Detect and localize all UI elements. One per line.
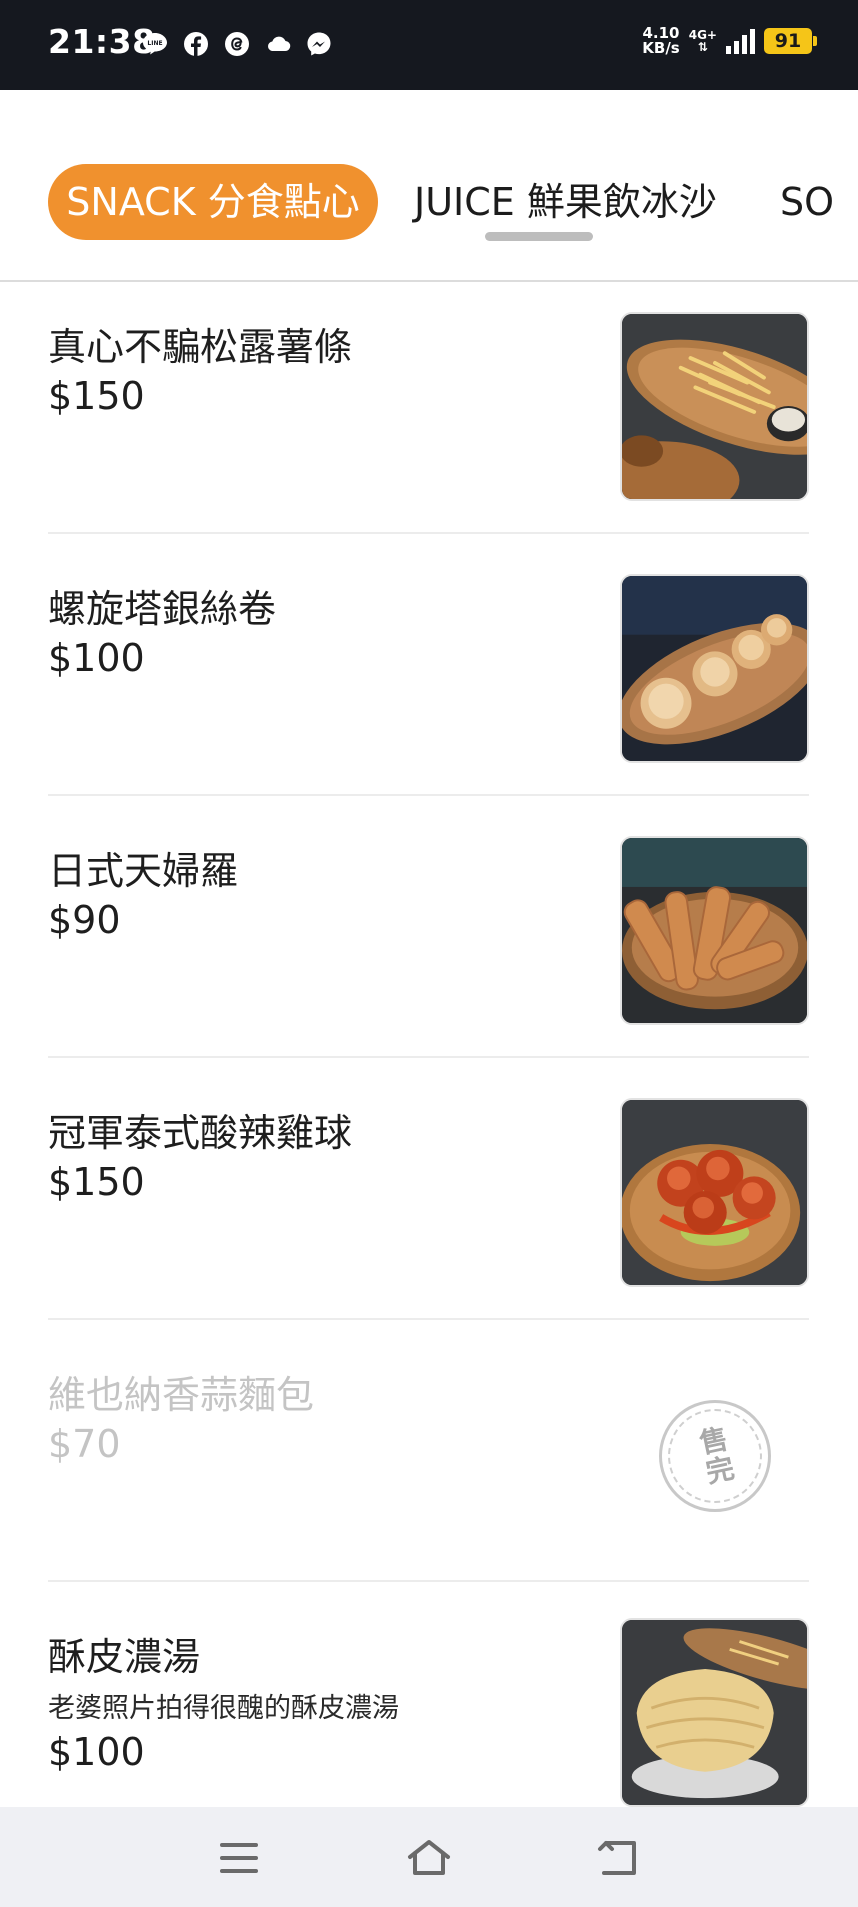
menu-item[interactable]: 酥皮濃湯 老婆照片拍得很醜的酥皮濃湯 $100 [48, 1592, 809, 1807]
navigation-bar [0, 1807, 858, 1907]
divider [48, 1056, 809, 1058]
menu-item[interactable]: 日式天婦羅 $90 [48, 806, 809, 1068]
thai-chicken-balls-photo [620, 1098, 809, 1287]
item-price: $70 [48, 1422, 121, 1466]
messenger-icon [305, 30, 333, 58]
recents-menu-icon[interactable] [216, 1835, 262, 1881]
menu-item[interactable]: 螺旋塔銀絲卷 $100 [48, 544, 809, 806]
home-icon[interactable] [406, 1835, 452, 1881]
item-name: 冠軍泰式酸辣雞球 [48, 1111, 353, 1155]
menu-item[interactable]: 真心不騙松露薯條 $150 [48, 282, 809, 544]
category-tabs: SNACK 分食點心 JUICE 鮮果飲冰沙 SO [0, 90, 858, 282]
sold-out-stamp: 售完 [659, 1400, 771, 1512]
divider [48, 1318, 809, 1320]
item-price: $150 [48, 1160, 145, 1204]
battery-icon: 91 [764, 28, 817, 54]
cloud-icon [264, 30, 292, 58]
item-name: 酥皮濃湯 [48, 1635, 201, 1679]
item-price: $90 [48, 898, 121, 942]
network-speed: 4.10 KB/s [642, 24, 680, 57]
threads-icon [223, 30, 251, 58]
item-name: 日式天婦羅 [48, 849, 239, 893]
tempura-photo [620, 836, 809, 1025]
menu-item-sold-out[interactable]: 維也納香蒜麵包 $70 售完 [48, 1330, 809, 1592]
status-indicators: 4.10 KB/s 4G+ ⇅ 91 [642, 24, 817, 57]
divider [48, 794, 809, 796]
data-arrows-icon: ⇅ [697, 40, 708, 54]
line-icon: LINE [141, 30, 169, 58]
notification-icons: LINE [141, 30, 333, 58]
tab-juice[interactable]: JUICE 鮮果飲冰沙 [414, 164, 717, 240]
menu-list: 真心不騙松露薯條 $150 螺旋塔銀絲卷 $100 日式天婦羅 $90 冠軍泰式… [0, 282, 858, 1807]
item-name: 螺旋塔銀絲卷 [48, 587, 277, 631]
tab-so[interactable]: SO [780, 164, 834, 240]
item-name: 真心不騙松露薯條 [48, 325, 353, 369]
menu-item[interactable]: 冠軍泰式酸辣雞球 $150 [48, 1068, 809, 1330]
status-bar: 21:38 LINE 4.10 KB/s 4G+ ⇅ 91 [0, 0, 858, 90]
item-price: $150 [48, 374, 145, 418]
svg-text:LINE: LINE [147, 40, 162, 47]
item-name: 維也納香蒜麵包 [48, 1373, 315, 1417]
truffle-fries-photo [620, 312, 809, 501]
puff-pastry-soup-photo [620, 1618, 809, 1807]
item-price: $100 [48, 1730, 145, 1774]
status-time: 21:38 [48, 22, 156, 61]
spiral-buns-photo [620, 574, 809, 763]
tab-scroll-indicator [485, 232, 593, 241]
network-type: 4G+ ⇅ [688, 28, 717, 54]
tab-snack[interactable]: SNACK 分食點心 [48, 164, 378, 240]
divider [48, 1580, 809, 1582]
item-price: $100 [48, 636, 145, 680]
facebook-icon [182, 30, 210, 58]
signal-strength-icon [726, 28, 755, 54]
item-description: 老婆照片拍得很醜的酥皮濃湯 [48, 1693, 399, 1724]
divider [48, 532, 809, 534]
back-icon[interactable] [596, 1835, 642, 1881]
